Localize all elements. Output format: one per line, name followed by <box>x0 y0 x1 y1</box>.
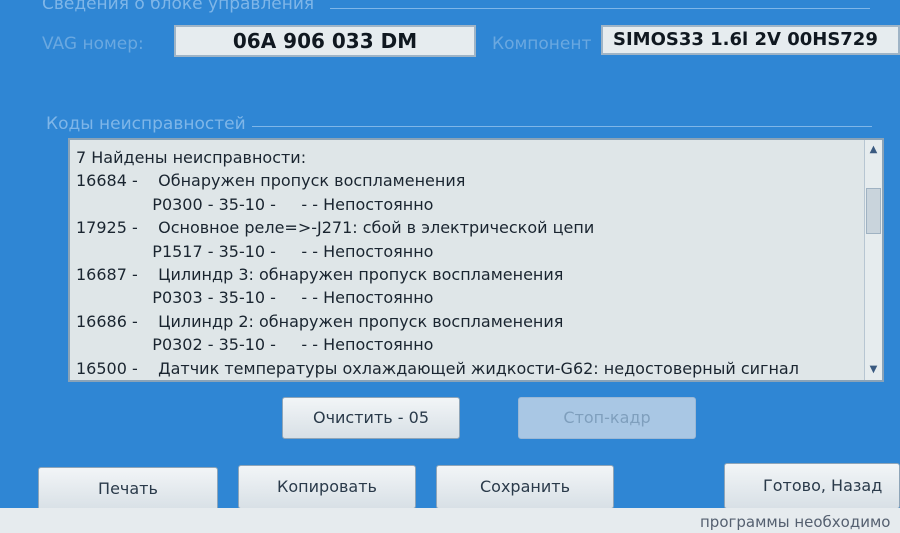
fault-line: 16684 - Обнаружен пропуск воспламенения <box>76 171 466 191</box>
vag-number-label: VAG номер: <box>42 34 144 54</box>
fault-line: P0300 - 35-10 - - - Непостоянно <box>76 194 434 214</box>
fault-codes-list[interactable]: 7 Найдены неисправности: 16684 - Обнаруже… <box>68 138 884 382</box>
controller-group-divider <box>330 8 870 9</box>
status-strip-text: программы необходимо <box>700 513 891 531</box>
scroll-thumb[interactable] <box>866 188 881 234</box>
fault-codes-group-divider <box>252 126 872 127</box>
scroll-down-icon[interactable]: ▼ <box>866 362 881 378</box>
vag-number-field[interactable]: 06A 906 033 DM <box>174 25 476 57</box>
fault-line: 17925 - Основное реле=>-J271: сбой в эле… <box>76 218 595 238</box>
fault-line: 7 Найдены неисправности: <box>76 148 307 167</box>
done-back-button[interactable]: Готово, Назад <box>724 463 900 509</box>
component-label: Компонент <box>492 34 592 54</box>
scroll-up-icon[interactable]: ▲ <box>866 142 881 158</box>
save-button[interactable]: Сохранить <box>436 465 614 509</box>
clear-button[interactable]: Очистить - 05 <box>282 397 460 439</box>
fault-line: 16686 - Цилиндр 2: обнаружен пропуск вос… <box>76 311 564 331</box>
fault-list-scrollbar[interactable]: ▲ ▼ <box>864 140 882 380</box>
fault-line: 16500 - Датчик температуры охлаждающей ж… <box>76 358 799 378</box>
fault-line: P0303 - 35-10 - - - Непостоянно <box>76 288 434 308</box>
fault-codes-lines: 7 Найдены неисправности: 16684 - Обнаруже… <box>76 146 860 380</box>
freeze-frame-button[interactable]: Стоп-кадр <box>518 397 696 439</box>
fault-codes-group-title: Коды неисправностей <box>46 114 246 134</box>
fault-line: P1517 - 35-10 - - - Непостоянно <box>76 241 434 261</box>
component-field[interactable]: SIMOS33 1.6l 2V 00HS729 <box>601 25 900 55</box>
fault-line: 16687 - Цилиндр 3: обнаружен пропуск вос… <box>76 265 564 285</box>
copy-button[interactable]: Копировать <box>238 465 416 509</box>
print-button[interactable]: Печать <box>38 467 218 511</box>
fault-line: P0302 - 35-10 - - - Непостоянно <box>76 335 434 355</box>
controller-group-title: Сведения о блоке управления <box>42 0 315 14</box>
